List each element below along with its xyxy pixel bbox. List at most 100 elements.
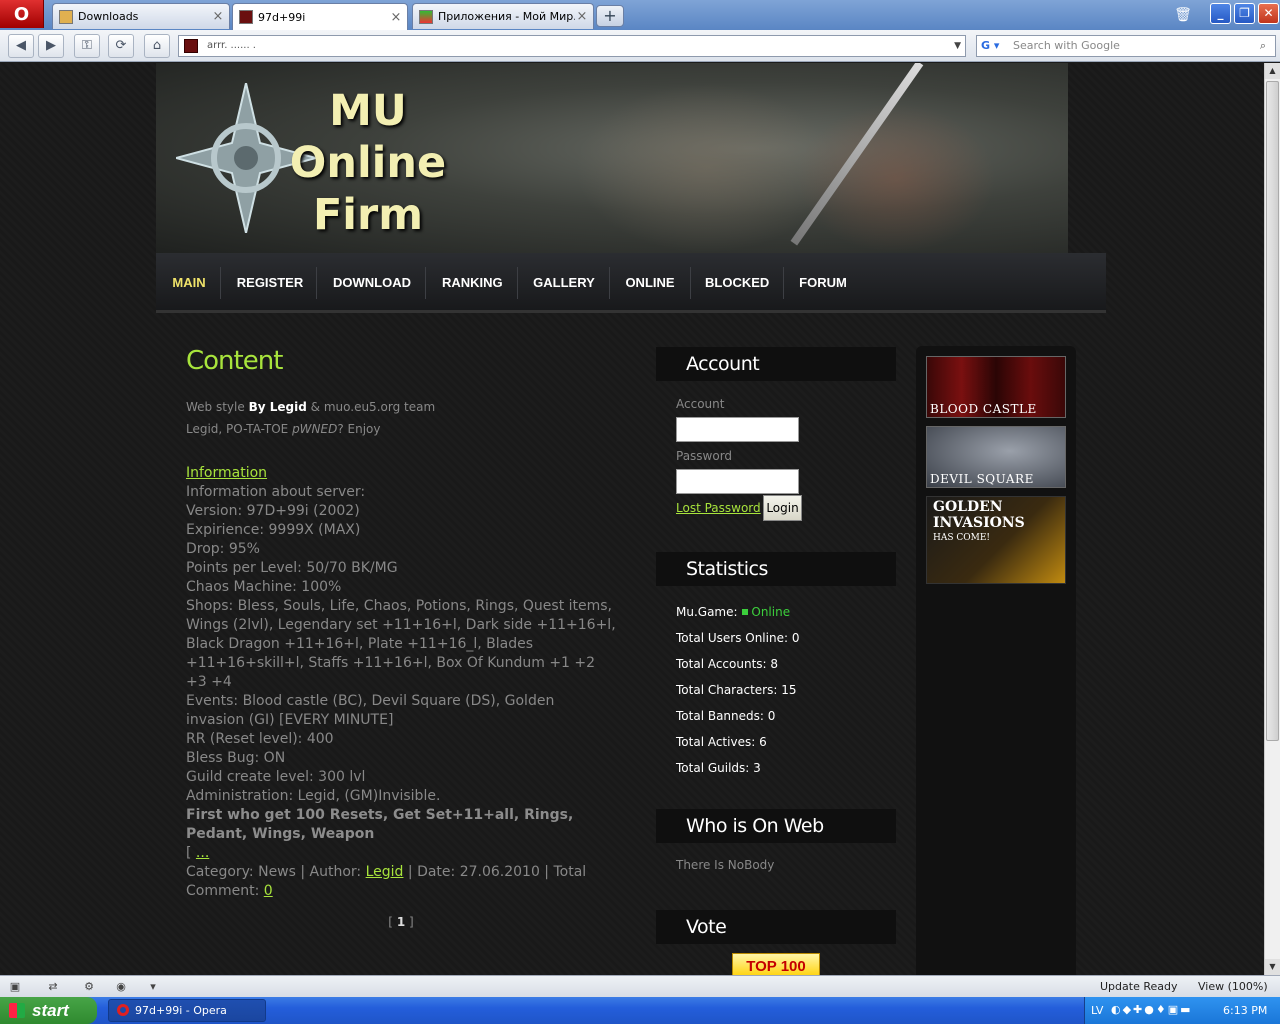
home-button[interactable]: ⌂ bbox=[144, 34, 170, 58]
back-button[interactable]: ◀ bbox=[8, 34, 34, 58]
forward-button[interactable]: ▶ bbox=[38, 34, 64, 58]
address-text: arrr. ...... . bbox=[207, 40, 256, 51]
news-title-link[interactable]: Information bbox=[186, 465, 267, 481]
menu-item-ranking[interactable]: RANKING bbox=[442, 253, 503, 313]
task-label: 97d+99i - Opera bbox=[135, 1004, 227, 1017]
close-icon[interactable]: × bbox=[211, 9, 225, 24]
stat-row: Total Accounts: 8 bbox=[676, 657, 779, 671]
reload-button[interactable]: ⟳ bbox=[108, 34, 134, 58]
language-indicator[interactable]: LV bbox=[1091, 1004, 1103, 1017]
news-line: Expirience: 9999X (MAX) bbox=[186, 522, 361, 538]
search-icon[interactable]: ⌕ bbox=[1253, 37, 1273, 55]
tab-label: Приложения - Мой Мир... bbox=[438, 10, 575, 23]
tab-my-world[interactable]: Приложения - Мой Мир... × bbox=[412, 3, 594, 29]
pagination: [ 1 ] bbox=[186, 915, 616, 929]
main-menu: MAIN REGISTER DOWNLOAD RANKING GALLERY O… bbox=[156, 253, 1106, 313]
opera-icon bbox=[117, 1004, 129, 1016]
lost-password-link[interactable]: Lost Password bbox=[676, 501, 761, 515]
site-favicon-icon bbox=[184, 39, 198, 53]
tab-bar: O Downloads × 97d+99i × Приложения - Мой… bbox=[0, 0, 1280, 30]
home-icon: ⌂ bbox=[152, 38, 162, 53]
scrollbar-thumb[interactable] bbox=[1266, 81, 1279, 741]
news-line: Administration: Legid, (GM)Invisible. bbox=[186, 788, 441, 804]
menu-item-gallery[interactable]: GALLERY bbox=[533, 253, 595, 313]
read-more-link[interactable]: ... bbox=[196, 845, 209, 861]
taskbar-item-opera[interactable]: 97d+99i - Opera bbox=[108, 999, 266, 1022]
password-input[interactable] bbox=[676, 469, 799, 494]
plus-icon: + bbox=[603, 6, 617, 25]
address-field[interactable]: arrr. ...... . ▼ bbox=[178, 35, 966, 57]
close-window-button[interactable]: ✕ bbox=[1258, 3, 1279, 24]
system-tray: LV ◐◆✚●♦▣▬ 6:13 PM bbox=[1084, 997, 1280, 1024]
news-line: Version: 97D+99i (2002) bbox=[186, 503, 360, 519]
opera-menu-button[interactable]: O bbox=[0, 0, 44, 28]
page-viewport: MU Online Firm MAIN REGISTER DOWNLOAD RA… bbox=[0, 63, 1264, 975]
new-tab-button[interactable]: + bbox=[596, 5, 624, 27]
close-icon[interactable]: × bbox=[575, 9, 589, 24]
status-bar: ▣ ⇄ ⚙ ◉ ▾ Update Ready View (100%) bbox=[0, 975, 1280, 997]
navigation-bar: ◀ ▶ ⚿ ⟳ ⌂ arrr. ...... . ▼ G ▾ Search wi… bbox=[0, 30, 1280, 62]
tab-downloads[interactable]: Downloads × bbox=[52, 3, 230, 29]
menu-item-blocked[interactable]: BLOCKED bbox=[705, 253, 769, 313]
tray-icons[interactable]: ◐◆✚●♦▣▬ bbox=[1111, 1003, 1219, 1017]
clock[interactable]: 6:13 PM bbox=[1223, 1004, 1267, 1017]
minimize-button[interactable]: _ bbox=[1210, 3, 1231, 24]
menu-item-register[interactable]: REGISTER bbox=[236, 253, 304, 313]
sync-icon[interactable]: ⇄ bbox=[44, 979, 62, 994]
key-icon: ⚿ bbox=[82, 38, 92, 53]
tab-97d99i[interactable]: 97d+99i × bbox=[232, 3, 408, 30]
content-column: Content Web style By Legid & muo.eu5.org… bbox=[186, 346, 616, 929]
vertical-scrollbar[interactable]: ▲ ▼ bbox=[1264, 63, 1280, 975]
top100-vote-button[interactable]: TOP 100 bbox=[732, 953, 820, 975]
opera-unite-icon[interactable]: ◉ bbox=[112, 979, 130, 994]
menu-item-online[interactable]: ONLINE bbox=[625, 253, 675, 313]
close-icon[interactable]: × bbox=[389, 10, 403, 25]
news-meta: Category: News | Author: Legid | Date: 2… bbox=[186, 863, 616, 901]
arrow-left-icon: ◀ bbox=[16, 38, 26, 53]
trash-icon[interactable]: 🗑 bbox=[1172, 4, 1194, 26]
downloads-icon bbox=[59, 9, 73, 24]
meta-text: Category: News | Author: bbox=[186, 864, 362, 880]
page-number[interactable]: 1 bbox=[397, 915, 405, 929]
golden-invasions-banner[interactable]: GOLDEN INVASIONS HAS COME! bbox=[926, 496, 1066, 584]
menu-item-forum[interactable]: FORUM bbox=[799, 253, 847, 313]
comments-link[interactable]: 0 bbox=[264, 883, 273, 899]
statistics-list: Mu.Game: Online Total Users Online: 0 To… bbox=[676, 599, 799, 781]
news-line: Guild create level: 300 lvl bbox=[186, 769, 366, 785]
search-input[interactable]: G ▾ Search with Google ⌕ bbox=[976, 35, 1276, 57]
author-link[interactable]: Legid bbox=[366, 864, 404, 880]
devil-square-banner[interactable]: DEVIL SQUARE bbox=[926, 426, 1066, 488]
menu-item-download[interactable]: DOWNLOAD bbox=[333, 253, 411, 313]
account-input[interactable] bbox=[676, 417, 799, 442]
chevron-down-icon[interactable]: ▾ bbox=[144, 979, 162, 994]
restore-button[interactable]: ❐ bbox=[1234, 3, 1255, 24]
scroll-up-icon[interactable]: ▲ bbox=[1265, 63, 1280, 79]
bracket: [ bbox=[388, 915, 393, 929]
windows-logo-icon bbox=[9, 1003, 25, 1018]
google-icon[interactable]: G ▾ bbox=[981, 39, 1007, 53]
site-logo[interactable]: MU Online Firm bbox=[268, 85, 468, 241]
update-status[interactable]: Update Ready bbox=[1100, 980, 1177, 993]
credits-suffix: & muo.eu5.org team bbox=[310, 400, 436, 414]
tagline: Legid, PO-TA-TOE pWNED? Enjoy bbox=[186, 418, 616, 440]
start-button[interactable]: start bbox=[0, 997, 97, 1024]
myworld-icon bbox=[419, 9, 433, 24]
wand-button[interactable]: ⚿ bbox=[74, 34, 100, 58]
login-button[interactable]: Login bbox=[763, 495, 802, 521]
site-header-banner: MU Online Firm bbox=[156, 63, 1068, 253]
panel-toggle-icon[interactable]: ▣ bbox=[6, 979, 24, 994]
zoom-level[interactable]: View (100%) bbox=[1198, 980, 1268, 993]
credits-author: By Legid bbox=[248, 400, 307, 414]
scroll-down-icon[interactable]: ▼ bbox=[1265, 959, 1280, 975]
status-dot-icon bbox=[742, 609, 749, 615]
blood-castle-banner[interactable]: BLOOD CASTLE bbox=[926, 356, 1066, 418]
network-icon[interactable]: ⚙ bbox=[80, 979, 98, 994]
news-line: Points per Level: 50/70 BK/MG bbox=[186, 560, 398, 576]
news-line: Events: Blood castle (BC), Devil Square … bbox=[186, 693, 555, 728]
news-line: Information about server: bbox=[186, 484, 366, 500]
menu-item-main[interactable]: MAIN bbox=[172, 253, 206, 313]
logo-line-3: Firm bbox=[312, 190, 424, 240]
news-line: Shops: Bless, Souls, Life, Chaos, Potion… bbox=[186, 598, 616, 690]
chevron-down-icon[interactable]: ▼ bbox=[954, 36, 961, 56]
tab-label: Downloads bbox=[78, 10, 139, 23]
